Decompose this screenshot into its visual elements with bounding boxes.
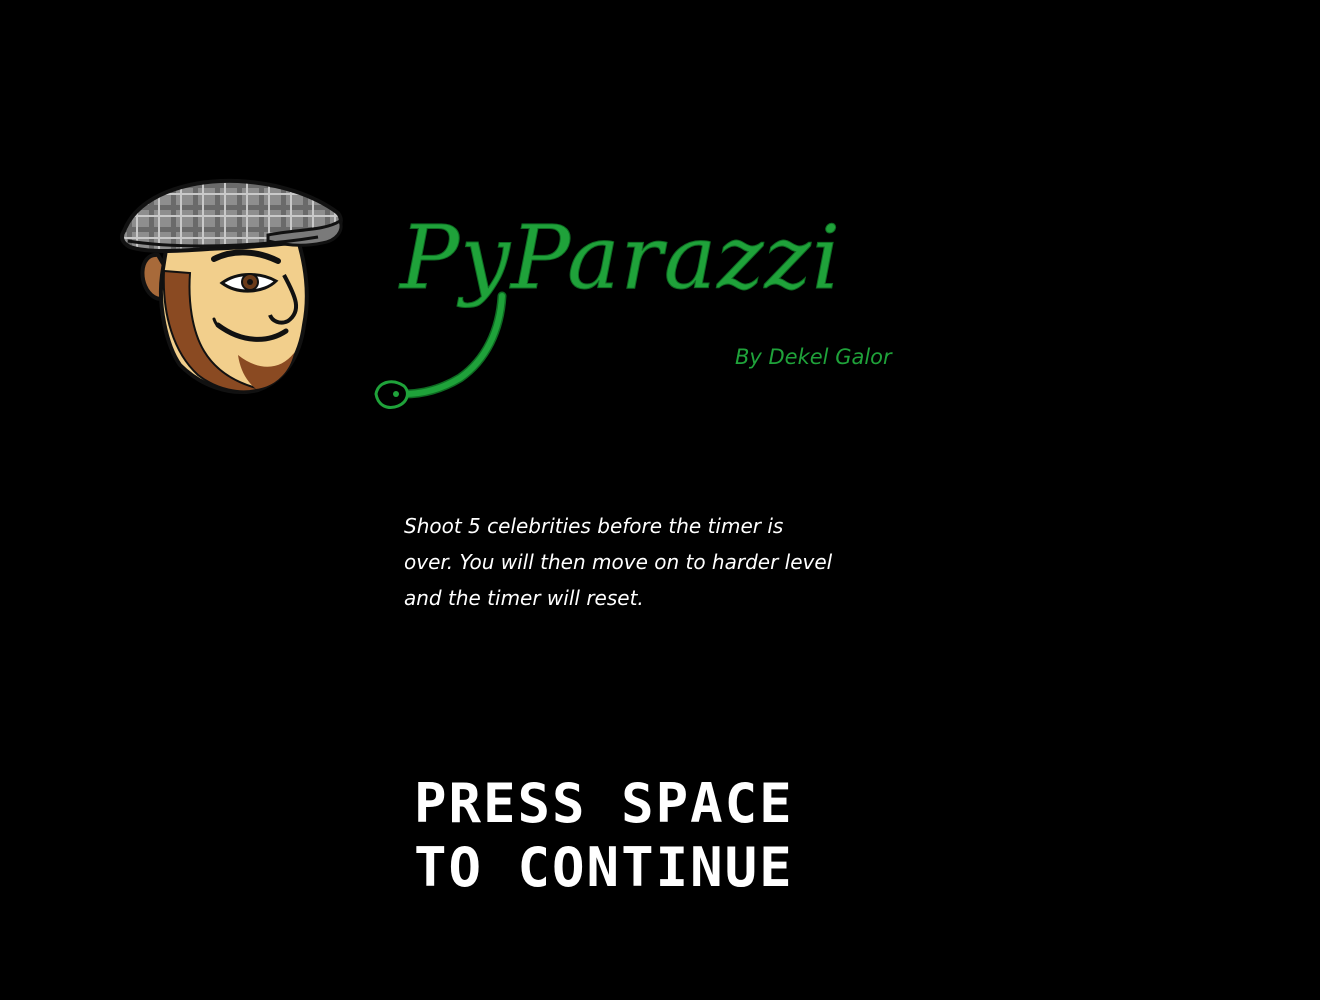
- paparazzi-mascot-icon: [120, 178, 343, 395]
- prompt-line-2: TO CONTINUE: [414, 836, 794, 899]
- continue-prompt[interactable]: PRESS SPACE TO CONTINUE: [414, 772, 834, 900]
- title-screen: PyParazzi By Dekel Galor Shoot 5 celebri…: [0, 0, 1320, 1000]
- author-byline: By Dekel Galor: [735, 345, 892, 369]
- snake-tail-icon: [374, 291, 507, 409]
- instructions-text: Shoot 5 celebrities before the timer is …: [404, 514, 833, 610]
- prompt-line-1: PRESS SPACE: [414, 772, 794, 835]
